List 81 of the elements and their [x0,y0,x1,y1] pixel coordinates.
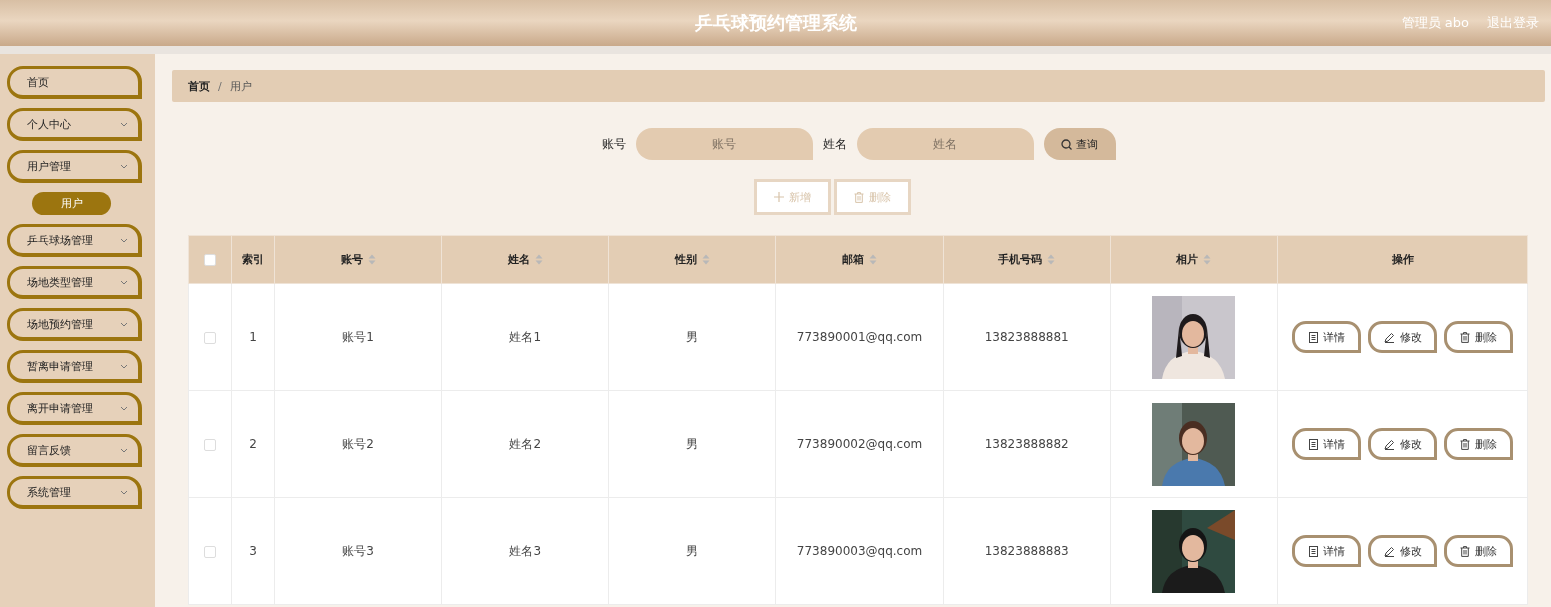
menu-item[interactable]: 系统管理 [7,476,142,509]
table-cell: 13823888882 [984,437,1069,451]
plus-icon [774,192,784,202]
input-field[interactable]: 姓名 [856,128,1034,160]
pencil-icon [1383,545,1395,557]
chevron-down-icon [120,237,128,243]
pencil-icon [1383,438,1395,450]
checkbox[interactable] [204,254,216,266]
column-header[interactable]: 手机号码 [998,252,1043,267]
chevron-down-icon [120,163,128,169]
details-button[interactable]: 详情 [1292,535,1361,567]
app-title: 乒乓球预约管理系统 [694,11,857,35]
breadcrumb-item: 用户 [229,78,252,94]
checkbox[interactable] [204,438,216,451]
chevron-down-icon [120,279,128,285]
column-header[interactable]: 相片 [1176,252,1199,267]
table-cell: 男 [686,436,699,451]
menu-item[interactable]: 场地类型管理 [7,266,142,299]
table-cell: 姓名3 [509,543,542,558]
chevron-down-icon [120,321,128,327]
details-button[interactable]: 详情 [1292,428,1361,460]
edit-button[interactable]: 修改 [1368,428,1437,460]
trash-icon [854,191,864,203]
edit-button[interactable]: 修改 [1368,321,1437,353]
delete-button[interactable]: 删除 [1444,321,1513,353]
pencil-icon [1383,331,1395,343]
table-cell: 账号1 [342,329,374,344]
field-label: 姓名 [822,135,847,153]
breadcrumb-separator: / [218,79,222,93]
search-button[interactable]: 查询 [1043,128,1116,160]
column-header[interactable]: 账号 [340,252,363,267]
edit-button[interactable]: 修改 [1368,535,1437,567]
table-cell: 1 [249,330,257,344]
table-cell: 3 [249,544,257,558]
search-icon [1061,138,1072,150]
document-icon [1308,331,1318,343]
chevron-down-icon [120,489,128,495]
menu-item[interactable]: 离开申请管理 [7,392,142,425]
document-icon [1308,545,1318,557]
menu-item[interactable]: 个人中心 [7,108,142,141]
checkbox[interactable] [204,545,216,558]
breadcrumb-item[interactable]: 首页 [188,78,210,94]
menu-item[interactable]: 用户管理 [7,150,142,183]
column-header: 操作 [1391,252,1414,267]
table-cell: 男 [686,329,699,344]
chevron-down-icon [120,447,128,453]
table-cell: 姓名1 [509,329,542,344]
column-header: 索引 [242,252,264,267]
table-cell: 2 [249,437,257,451]
trash-icon [1460,331,1470,343]
input-field[interactable]: 账号 [635,128,813,160]
table-cell: 773890003@qq.com [796,544,923,558]
table-cell: 账号2 [342,436,374,451]
trash-icon [1460,438,1470,450]
delete-button[interactable]: 删除 [1444,428,1513,460]
menu-item[interactable]: 暂离申请管理 [7,350,142,383]
column-header[interactable]: 邮箱 [842,252,865,267]
table-cell: 13823888883 [984,544,1069,558]
document-icon [1308,438,1318,450]
table-cell: 13823888881 [984,330,1069,344]
column-header[interactable]: 性别 [674,252,697,267]
table-cell: 773890002@qq.com [796,437,923,451]
menu-item[interactable]: 场地预约管理 [7,308,142,341]
column-header[interactable]: 姓名 [507,252,530,267]
chevron-down-icon [120,363,128,369]
menu-item[interactable]: 乒乓球场管理 [7,224,142,257]
menu-item[interactable]: 留言反馈 [7,434,142,467]
checkbox[interactable] [204,331,216,344]
table-cell: 姓名2 [509,436,542,451]
table-cell: 男 [686,543,699,558]
admin-name: 管理员 abo [1401,14,1469,32]
chevron-down-icon [120,121,128,127]
delete-button[interactable]: 删除 [1444,535,1513,567]
menu-item[interactable]: 首页 [7,66,142,99]
trash-icon [1460,545,1470,557]
chevron-down-icon [120,405,128,411]
submenu-item[interactable]: 用户 [32,192,111,215]
table-cell: 773890001@qq.com [796,330,923,344]
details-button[interactable]: 详情 [1292,321,1361,353]
table-cell: 账号3 [342,543,374,558]
field-label: 账号 [601,135,626,153]
